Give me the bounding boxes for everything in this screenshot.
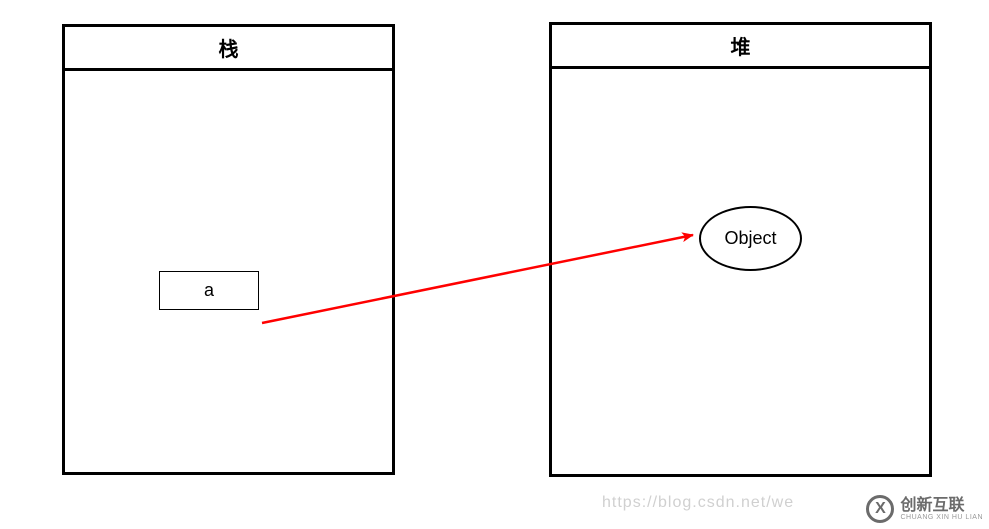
stack-panel-title: 栈 bbox=[65, 27, 392, 71]
logo-brand-cn: 创新互联 bbox=[900, 498, 983, 514]
object-label: Object bbox=[724, 228, 776, 249]
variable-label: a bbox=[204, 280, 214, 300]
stack-panel: 栈 a bbox=[62, 24, 395, 475]
heap-panel-title: 堆 bbox=[552, 25, 929, 69]
logo-icon: X bbox=[866, 495, 894, 523]
watermark-logo: X 创新互联 CHUANG XIN HU LIAN bbox=[866, 495, 983, 523]
watermark-url: https://blog.csdn.net/we bbox=[602, 494, 794, 512]
object-ellipse: Object bbox=[699, 206, 802, 271]
logo-glyph: X bbox=[875, 500, 886, 518]
variable-box-a: a bbox=[159, 271, 259, 310]
logo-brand-pinyin: CHUANG XIN HU LIAN bbox=[900, 514, 983, 521]
heap-panel: 堆 Object bbox=[549, 22, 932, 477]
